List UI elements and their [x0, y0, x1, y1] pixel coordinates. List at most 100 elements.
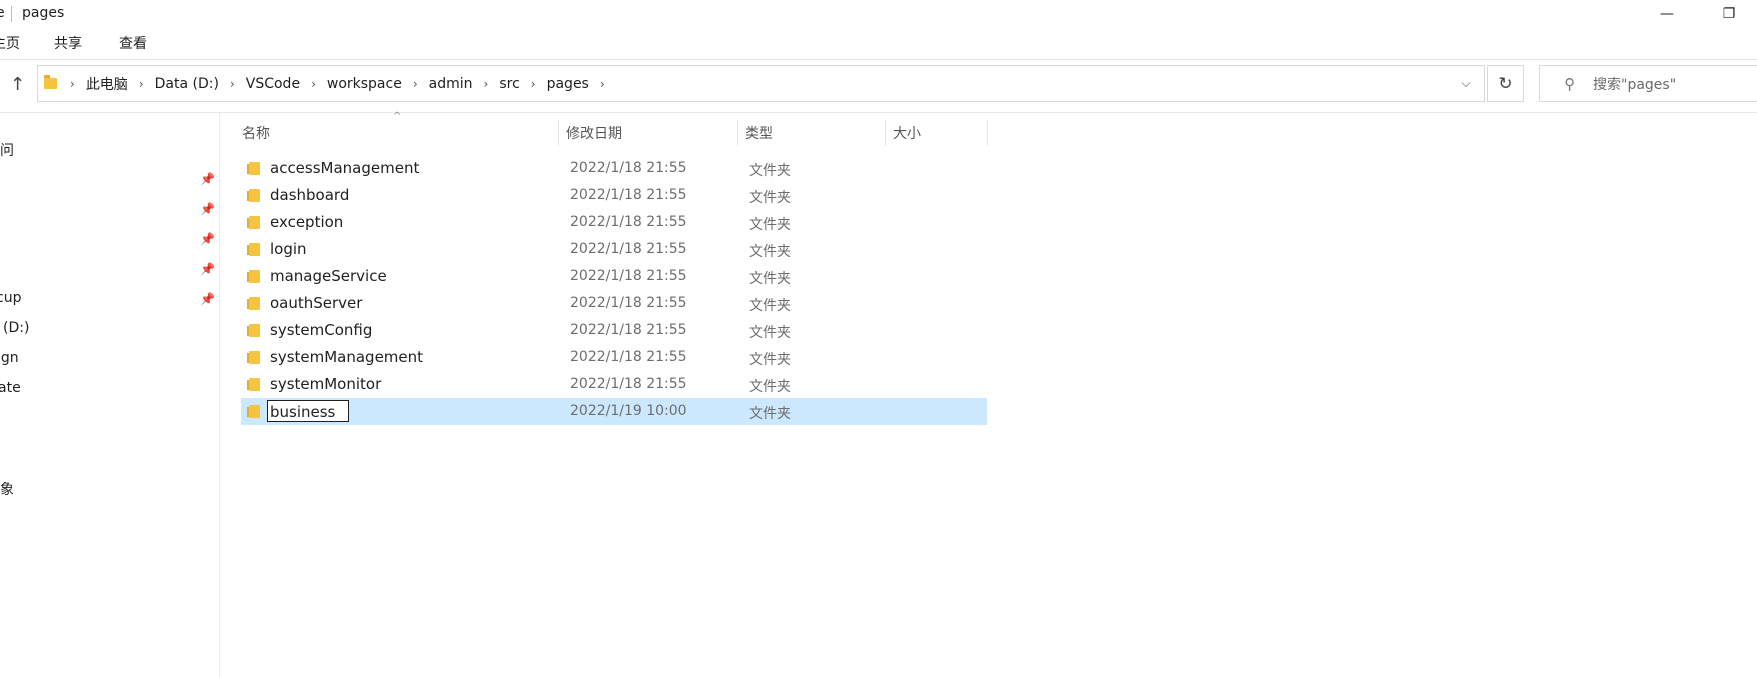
- pin-icon: 📌: [200, 232, 215, 246]
- tab-home[interactable]: 主页: [0, 33, 20, 53]
- file-type: 文件夹: [749, 379, 791, 395]
- column-label: 名称: [242, 126, 270, 142]
- file-name: exception: [270, 213, 344, 231]
- minimize-button[interactable]: —: [1644, 0, 1690, 28]
- chevron-right-icon[interactable]: ›: [477, 77, 496, 91]
- file-type: 文件夹: [749, 217, 791, 233]
- breadcrumb: › 此电脑 › Data (D:) › VSCode › workspace ›…: [40, 65, 612, 102]
- sidebar-item-backup[interactable]: cup: [0, 290, 21, 306]
- file-type: 文件夹: [749, 298, 791, 314]
- sidebar-item-design[interactable]: ign: [0, 350, 19, 366]
- file-type: 文件夹: [749, 271, 791, 287]
- file-date-modified: 2022/1/18 21:55: [570, 295, 687, 311]
- chevron-right-icon[interactable]: ›: [223, 77, 242, 91]
- restore-button[interactable]: ❐: [1706, 0, 1752, 28]
- column-header-type[interactable]: 类型: [738, 120, 886, 146]
- file-row-selected[interactable]: business 2022/1/19 10:00 文件夹: [241, 398, 987, 425]
- restore-icon: ❐: [1722, 6, 1736, 22]
- rename-input[interactable]: business: [267, 400, 349, 422]
- tab-share[interactable]: 共享: [54, 33, 82, 53]
- title-bar: e pages — ❐: [0, 0, 1757, 28]
- folder-icon: [247, 189, 260, 202]
- folder-icon: [247, 351, 260, 364]
- address-history-dropdown[interactable]: ⌵: [1448, 66, 1484, 101]
- file-name: accessManagement: [270, 159, 420, 177]
- file-row[interactable]: dashboard 2022/1/18 21:55 文件夹: [241, 182, 987, 209]
- column-header-name[interactable]: 名称: [235, 120, 559, 146]
- file-date-modified: 2022/1/18 21:55: [570, 349, 687, 365]
- tab-view[interactable]: 查看: [119, 33, 147, 53]
- file-row[interactable]: systemMonitor 2022/1/18 21:55 文件夹: [241, 371, 987, 398]
- file-type: 文件夹: [749, 325, 791, 341]
- breadcrumb-vscode[interactable]: VSCode: [242, 76, 304, 92]
- folder-icon: [247, 216, 260, 229]
- sidebar-item-3d-objects[interactable]: 对象: [0, 479, 14, 499]
- sidebar-item-data-drive[interactable]: (D:): [3, 320, 29, 336]
- file-name: systemManagement: [270, 348, 424, 366]
- file-name: systemConfig: [270, 321, 373, 339]
- file-type: 文件夹: [749, 244, 791, 260]
- folder-icon: [247, 243, 260, 256]
- folder-icon: [44, 75, 57, 89]
- file-type: 文件夹: [749, 406, 791, 422]
- pin-icon: 📌: [200, 202, 215, 216]
- chevron-right-icon[interactable]: ›: [406, 77, 425, 91]
- file-name: manageService: [270, 267, 387, 285]
- refresh-icon: ↻: [1498, 73, 1513, 94]
- folder-icon: [247, 162, 260, 175]
- file-row[interactable]: manageService 2022/1/18 21:55 文件夹: [241, 263, 987, 290]
- refresh-button[interactable]: ↻: [1487, 65, 1524, 102]
- breadcrumb-data-drive[interactable]: Data (D:): [151, 76, 223, 92]
- file-type: 文件夹: [749, 190, 791, 206]
- up-button[interactable]: ↑: [10, 74, 25, 95]
- file-row[interactable]: login 2022/1/18 21:55 文件夹: [241, 236, 987, 263]
- file-date-modified: 2022/1/18 21:55: [570, 241, 687, 257]
- breadcrumb-workspace[interactable]: workspace: [323, 76, 406, 92]
- file-date-modified: 2022/1/18 21:55: [570, 268, 687, 284]
- file-name: dashboard: [270, 186, 350, 204]
- folder-icon: [247, 270, 260, 283]
- toolbar-divider: [0, 112, 1757, 113]
- file-row[interactable]: accessManagement 2022/1/18 21:55 文件夹: [241, 155, 987, 182]
- file-date-modified: 2022/1/19 10:00: [570, 403, 687, 419]
- pin-icon: 📌: [200, 262, 215, 276]
- chevron-right-icon[interactable]: ›: [524, 77, 543, 91]
- column-header-date-modified[interactable]: 修改日期: [559, 120, 738, 146]
- file-date-modified: 2022/1/18 21:55: [570, 376, 687, 392]
- arrow-up-icon: ↑: [10, 74, 26, 95]
- file-type: 文件夹: [749, 163, 791, 179]
- search-placeholder: 搜索"pages": [1593, 76, 1677, 93]
- file-row[interactable]: exception 2022/1/18 21:55 文件夹: [241, 209, 987, 236]
- file-row[interactable]: systemManagement 2022/1/18 21:55 文件夹: [241, 344, 987, 371]
- search-input[interactable]: ⚲ 搜索"pages": [1539, 65, 1757, 102]
- breadcrumb-this-pc[interactable]: 此电脑: [82, 74, 132, 94]
- folder-icon: [247, 324, 260, 337]
- breadcrumb-pages[interactable]: pages: [543, 76, 593, 92]
- chevron-right-icon[interactable]: ›: [304, 77, 323, 91]
- breadcrumb-admin[interactable]: admin: [425, 76, 477, 92]
- sidebar-item-quick-access[interactable]: 访问: [0, 140, 14, 160]
- minimize-icon: —: [1660, 6, 1674, 22]
- file-name: oauthServer: [270, 294, 363, 312]
- column-header-size[interactable]: 大小: [886, 120, 988, 146]
- chevron-right-icon[interactable]: ›: [132, 77, 151, 91]
- file-date-modified: 2022/1/18 21:55: [570, 214, 687, 230]
- rename-input-value: business: [270, 403, 336, 421]
- file-row[interactable]: oauthServer 2022/1/18 21:55 文件夹: [241, 290, 987, 317]
- column-label: 修改日期: [566, 126, 622, 142]
- file-type: 文件夹: [749, 352, 791, 368]
- navigation-pane: [0, 113, 220, 677]
- file-row[interactable]: systemConfig 2022/1/18 21:55 文件夹: [241, 317, 987, 344]
- ribbon-divider: [0, 59, 1757, 60]
- file-name: systemMonitor: [270, 375, 382, 393]
- chevron-right-icon[interactable]: ›: [63, 77, 82, 91]
- title-separator: [11, 6, 12, 22]
- sidebar-item-template[interactable]: ate: [0, 380, 21, 396]
- quick-access-toolbar-fragment[interactable]: e: [0, 5, 5, 21]
- folder-icon: [247, 297, 260, 310]
- column-label: 类型: [745, 126, 773, 142]
- column-label: 大小: [893, 126, 921, 142]
- file-date-modified: 2022/1/18 21:55: [570, 187, 687, 203]
- breadcrumb-src[interactable]: src: [495, 76, 523, 92]
- chevron-right-icon[interactable]: ›: [593, 77, 612, 91]
